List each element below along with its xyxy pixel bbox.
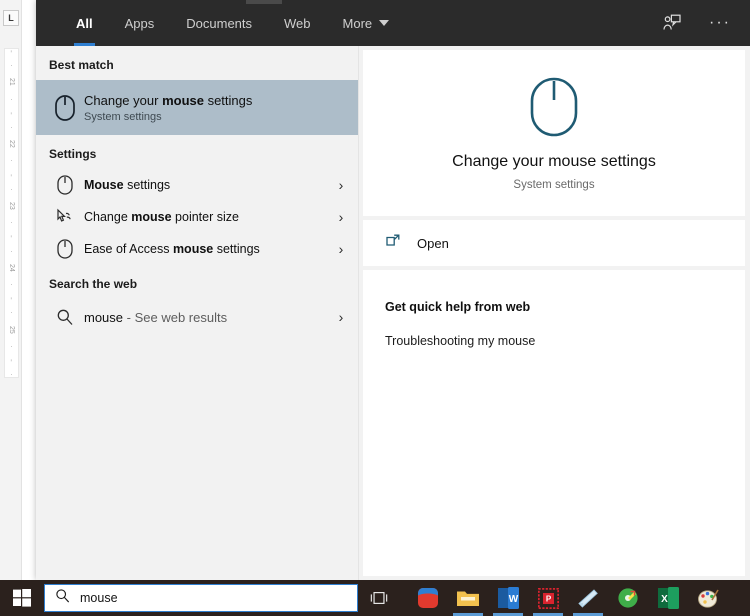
mouse-icon-large (529, 76, 579, 143)
file-explorer-icon[interactable] (448, 580, 488, 616)
preview-title: Change your mouse settings (452, 152, 656, 170)
ruler-tick: · (7, 249, 16, 253)
feedback-icon[interactable] (656, 7, 688, 39)
ruler-tick: - (7, 235, 16, 239)
ruler-tick: · (7, 221, 16, 224)
ruler-tick: · (7, 311, 16, 315)
ruler-tick: 23 (8, 201, 15, 210)
external-link-icon (385, 233, 401, 254)
ruler-tick: · (7, 373, 16, 376)
ruler-tick: - (7, 359, 16, 362)
preview-subtitle: System settings (513, 178, 595, 191)
search-icon (55, 588, 70, 608)
open-label: Open (417, 235, 449, 251)
settings-result-label: Ease of Access mouse settings (84, 241, 260, 256)
settings-result-label: Change mouse pointer size (84, 209, 239, 224)
tab-all[interactable]: All (60, 0, 109, 46)
help-link[interactable]: Troubleshooting my mouse (385, 334, 745, 348)
settings-result-label: Mouse settings (84, 177, 171, 192)
settings-result-row[interactable]: Change mouse pointer size › (36, 201, 358, 233)
svg-text:W: W (508, 594, 518, 605)
search-icon (46, 308, 84, 326)
settings-items: Mouse settings › Change mouse pointer size… (36, 169, 358, 265)
tab-more[interactable]: More (327, 0, 406, 46)
chevron-right-icon[interactable]: › (324, 309, 358, 325)
tab-label: All (76, 15, 93, 31)
task-view-icon[interactable] (358, 580, 400, 616)
web-result-text: mouse - See web results (84, 309, 228, 325)
taskbar-app-icons: W P X (408, 580, 728, 616)
web-search-result[interactable]: mouse - See web results › (36, 299, 358, 335)
ruler-tick: 25 (8, 325, 15, 334)
mouse-icon (46, 94, 84, 122)
chevron-right-icon[interactable]: › (324, 209, 358, 225)
taskbar: mouse W P X (0, 580, 750, 616)
settings-heading: Settings (49, 147, 97, 161)
header-actions: ··· (656, 0, 736, 46)
windows-search-panel: All Apps Documents Web More ··· Best mat… (36, 0, 750, 580)
ruler-tick: · (7, 64, 16, 67)
search-input-value: mouse (80, 591, 118, 605)
settings-result-row[interactable]: Ease of Access mouse settings › (36, 233, 358, 265)
quick-help-card: Get quick help from web Troubleshooting … (363, 270, 745, 576)
tab-apps[interactable]: Apps (109, 0, 171, 46)
pointer-hand-icon (46, 207, 84, 227)
ruler-tick: 22 (8, 140, 15, 148)
tab-label: More (342, 15, 373, 31)
word-icon[interactable]: W (488, 580, 528, 616)
best-match-result[interactable]: Change your mouse settings System settin… (36, 80, 358, 135)
ruler-tick: 24 (8, 263, 15, 272)
ruler-tick: - (7, 111, 16, 115)
preview-pane: Change your mouse settings System settin… (359, 46, 749, 580)
search-results-list: Best match Change your mouse settings Sy… (36, 46, 359, 580)
ruler-tick: - (7, 173, 16, 177)
search-panel-header: All Apps Documents Web More ··· (36, 0, 750, 46)
tab-documents[interactable]: Documents (170, 0, 268, 46)
best-match-subtitle: System settings (84, 111, 162, 123)
taskbar-search-input[interactable]: mouse (44, 584, 358, 612)
best-match-title: Change your mouse settings (84, 93, 253, 108)
quick-help-heading: Get quick help from web (385, 300, 531, 314)
search-panel-body: Best match Change your mouse settings Sy… (36, 46, 750, 580)
tab-label: Apps (124, 15, 155, 31)
ruler-tick: · (7, 125, 16, 129)
mouse-icon (46, 174, 84, 196)
ruler-tick: · (7, 283, 16, 286)
preview-header-card: Change your mouse settings System settin… (363, 50, 745, 216)
ruler-tick: · (7, 159, 16, 163)
chevron-right-icon[interactable]: › (324, 241, 358, 257)
mouse-icon (46, 238, 84, 260)
paint-icon[interactable] (688, 580, 728, 616)
svg-text:P: P (545, 594, 551, 603)
red-blue-app-icon[interactable] (408, 580, 448, 616)
excel-icon[interactable]: X (648, 580, 688, 616)
web-heading: Search the web (49, 277, 138, 291)
tab-web[interactable]: Web (268, 0, 327, 46)
green-disc-app-icon[interactable] (608, 580, 648, 616)
powerpoint-red-icon[interactable]: P (528, 580, 568, 616)
ruler-tick: · (7, 97, 16, 101)
ruler-tick: · (7, 344, 16, 348)
vertical-ruler[interactable]: L - · 21 · - · 22 · - · 23 · - · 24 · - · 25 · - · (0, 0, 22, 581)
more-options-icon[interactable]: ··· (704, 7, 736, 39)
ruler-tick: - (7, 297, 16, 300)
open-action-button[interactable]: Open (363, 220, 745, 266)
tab-label: Web (284, 15, 311, 31)
tab-label: Documents (186, 15, 253, 31)
ruler-tick: · (7, 187, 16, 191)
ruler-tick: 21 (8, 78, 15, 87)
sticky-notes-icon[interactable] (568, 580, 608, 616)
ruler-tick-labels: - · 21 · - · 22 · - · 23 · - · 24 · - · 25 · - · (4, 50, 19, 376)
tab-stop-marker[interactable]: L (3, 10, 19, 26)
ruler-tick: - (7, 50, 16, 53)
chevron-right-icon[interactable]: › (324, 177, 358, 193)
chevron-down-icon[interactable] (379, 20, 390, 26)
search-filter-tabs: All Apps Documents Web More (60, 0, 405, 46)
best-match-heading: Best match (49, 58, 114, 72)
svg-text:X: X (661, 594, 668, 605)
settings-result-row[interactable]: Mouse settings › (36, 169, 358, 201)
start-button[interactable] (0, 580, 44, 616)
